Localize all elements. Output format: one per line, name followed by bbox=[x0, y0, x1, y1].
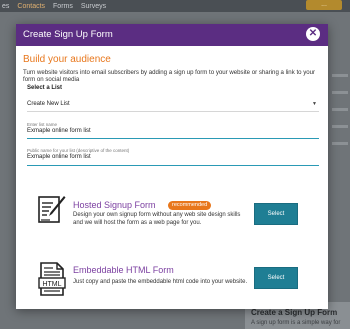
caret-down-icon: ▼ bbox=[312, 101, 317, 107]
embeddable-html-form-description: Just copy and paste the embeddable html … bbox=[73, 279, 248, 285]
list-dropdown-value: Create New List bbox=[27, 101, 70, 107]
background-sidebar bbox=[330, 60, 350, 200]
list-dropdown[interactable]: Create New List ▼ bbox=[27, 99, 319, 112]
background-card-subtitle: A sign up form is a simple way for bbox=[251, 320, 341, 326]
hosted-signup-form-title: Hosted Signup Form bbox=[73, 200, 156, 210]
hosted-signup-form-description: Design your own signup form without any … bbox=[73, 212, 241, 226]
select-list-label: Select a List bbox=[27, 85, 63, 91]
list-name-field[interactable]: Enter list name Exmaple online form list bbox=[27, 122, 319, 139]
svg-text:HTML: HTML bbox=[42, 281, 61, 288]
bg-nav-item: es bbox=[2, 2, 10, 10]
intro-text: Turn website visitors into email subscri… bbox=[23, 69, 316, 83]
embeddable-html-form-title: Embeddable HTML Form bbox=[73, 265, 174, 275]
public-name-value: Exmaple online form list bbox=[27, 154, 91, 160]
bg-nav-item-forms: Forms bbox=[53, 2, 73, 10]
background-card-title: Create a Sign Up Form bbox=[251, 308, 338, 317]
background-nav: es Contacts Forms Surveys bbox=[0, 0, 106, 12]
select-html-form-button[interactable]: Select bbox=[254, 267, 298, 289]
section-heading: Build your audience bbox=[23, 54, 111, 65]
public-name-field[interactable]: Public name for your list (descriptive o… bbox=[27, 148, 319, 166]
list-name-value: Exmaple online form list bbox=[27, 128, 91, 134]
bg-nav-item-surveys: Surveys bbox=[80, 2, 107, 10]
recommended-badge: recommended bbox=[168, 201, 212, 210]
list-name-label: Enter list name bbox=[27, 122, 58, 127]
modal-title: Create Sign Up Form bbox=[23, 29, 113, 40]
public-name-label: Public name for your list (descriptive o… bbox=[27, 148, 130, 153]
close-icon: ✕ bbox=[308, 28, 318, 39]
create-signup-form-modal: Create Sign Up Form ✕ Build your audienc… bbox=[16, 24, 328, 309]
select-hosted-form-button[interactable]: Select bbox=[254, 203, 298, 225]
html-file-icon: HTML bbox=[38, 262, 66, 296]
signup-form-icon bbox=[38, 196, 66, 223]
modal-header: Create Sign Up Form ✕ bbox=[16, 24, 328, 46]
background-button: ... bbox=[306, 0, 342, 10]
bg-nav-item-contacts: Contacts bbox=[17, 2, 46, 10]
close-button[interactable]: ✕ bbox=[306, 27, 320, 41]
